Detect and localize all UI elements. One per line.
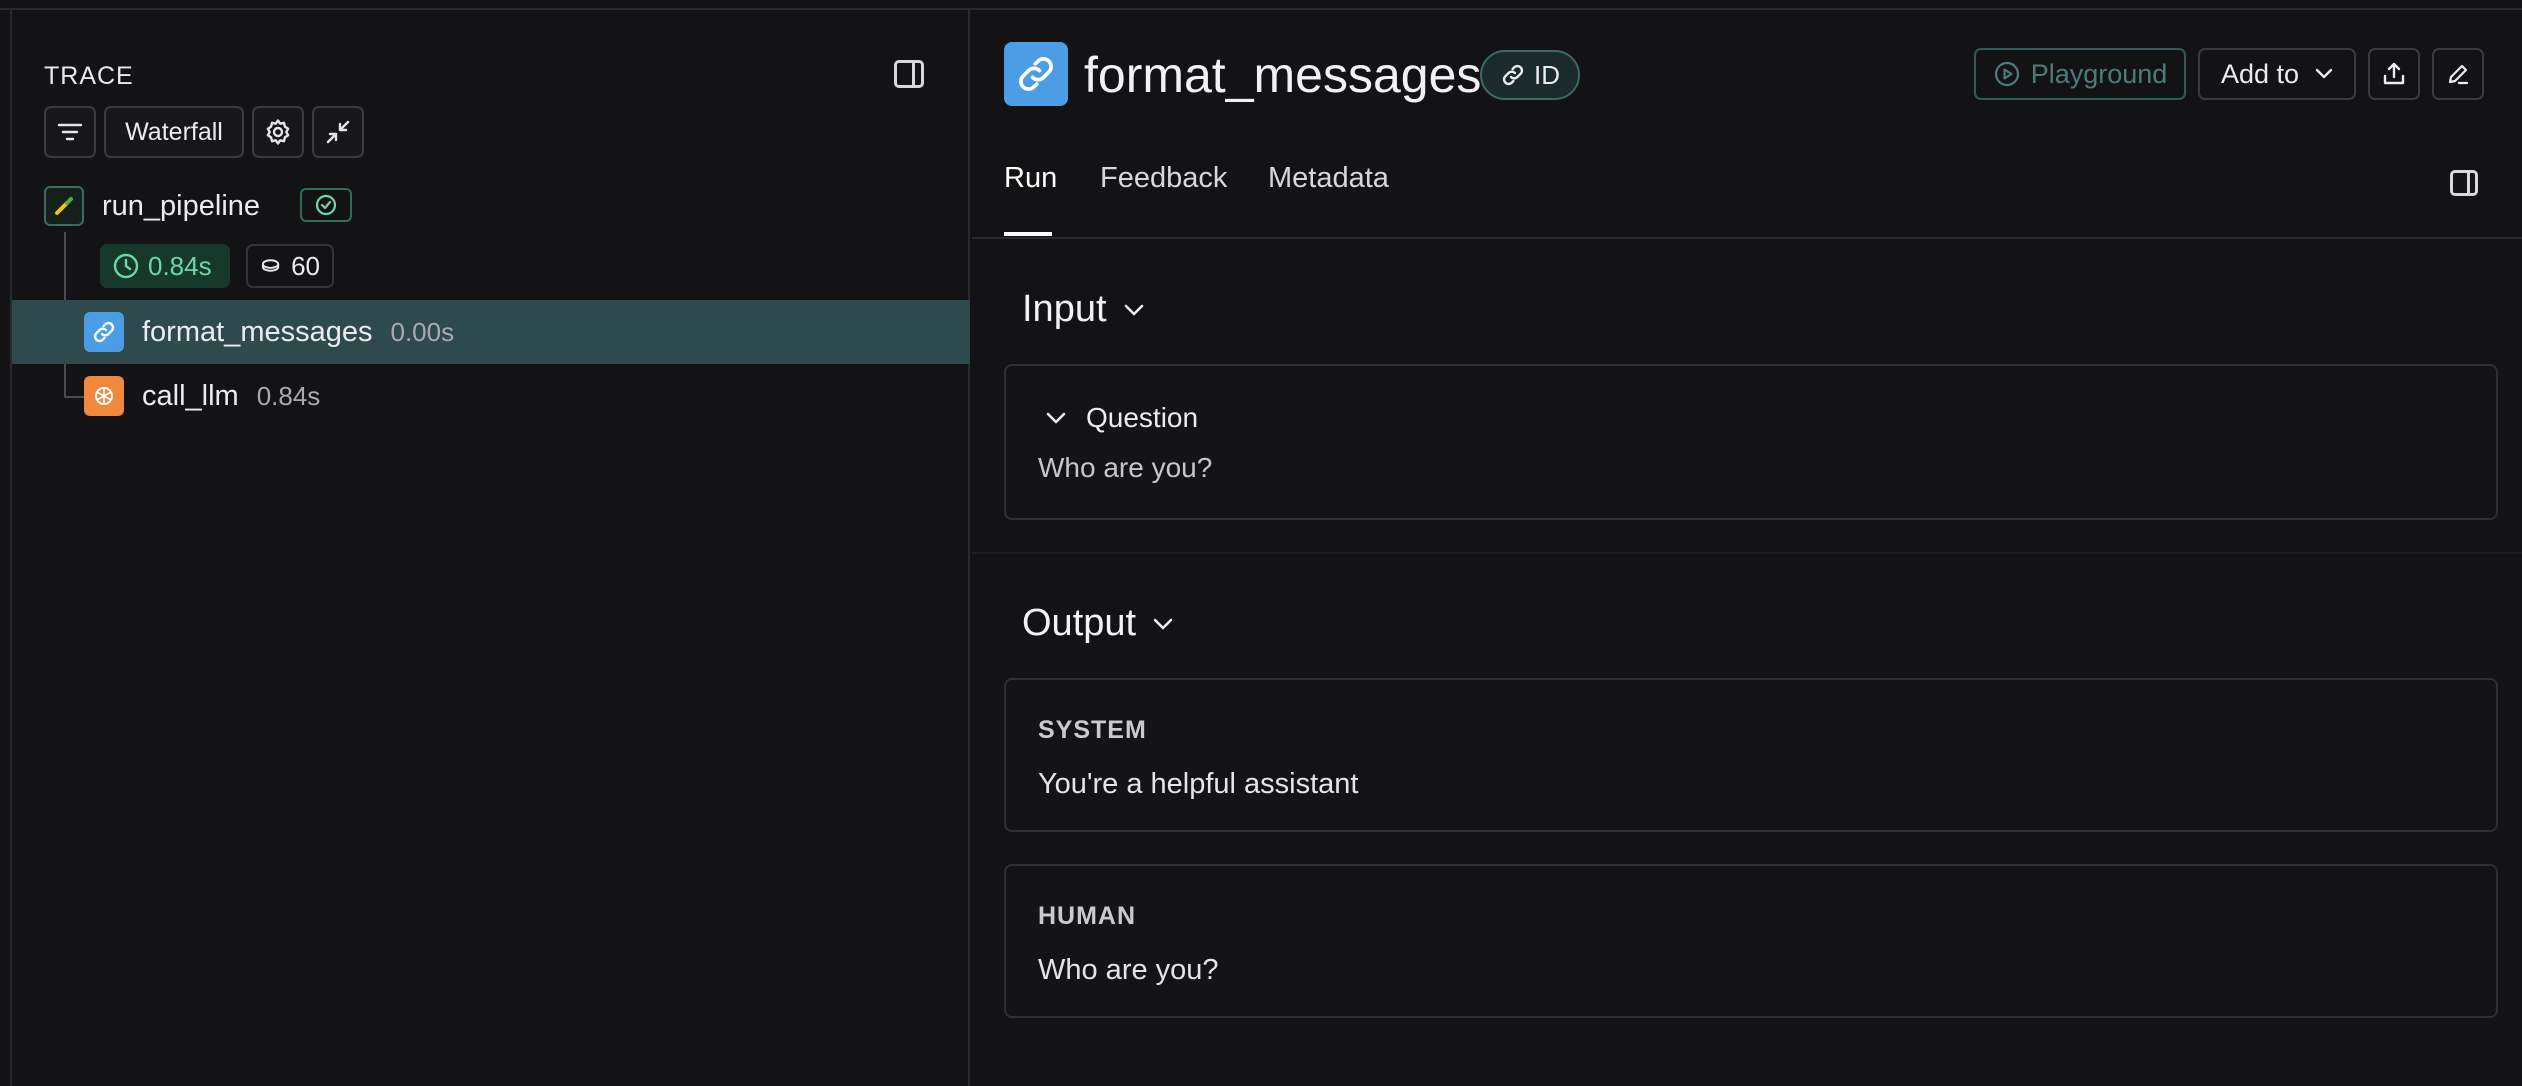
output-section-toggle[interactable]: Output — [1022, 602, 1174, 645]
collapse-button[interactable] — [312, 106, 364, 158]
message-role: SYSTEM — [1038, 716, 1147, 744]
node-name: format_messages — [142, 315, 373, 348]
link-icon — [84, 312, 124, 352]
tab-run[interactable]: Run — [1004, 162, 1057, 195]
playground-label: Playground — [2030, 58, 2168, 89]
filter-button[interactable] — [44, 106, 96, 158]
pencil-icon — [2448, 64, 2469, 85]
message-role: HUMAN — [1038, 902, 1137, 930]
check-circle-icon — [315, 194, 337, 216]
upload-icon — [2383, 62, 2405, 85]
settings-button[interactable] — [252, 106, 304, 158]
tabs-divider — [972, 237, 2522, 239]
message-content: Who are you? — [1038, 954, 1219, 986]
chevron-down-icon — [1124, 304, 1143, 315]
input-section-toggle[interactable]: Input — [1022, 288, 1145, 331]
filter-icon — [57, 123, 83, 141]
node-name: run_pipeline — [102, 189, 261, 222]
tab-feedback[interactable]: Feedback — [1100, 162, 1227, 195]
node-time: 0.00s — [390, 316, 455, 347]
run-title: format_messages — [1084, 47, 1482, 103]
input-card: Question Who are you? — [1004, 364, 2498, 520]
playground-button[interactable]: Playground — [1974, 48, 2186, 100]
latency-value: 0.84s — [148, 250, 212, 281]
tree-node-call-llm[interactable]: call_llm 0.84s — [84, 376, 320, 416]
output-section-title: Output — [1022, 602, 1137, 644]
run-detail-panel: format_messages ID Playground Add to Run… — [972, 10, 2522, 1086]
add-to-label: Add to — [2220, 58, 2300, 89]
question-field-toggle[interactable]: Question — [1046, 402, 1198, 434]
latency-badge: 0.84s — [100, 244, 230, 288]
chevron-down-icon — [1046, 412, 1066, 424]
panel-toggle-icon[interactable] — [894, 60, 924, 88]
pipeline-icon — [44, 186, 84, 226]
question-label: Question — [1086, 402, 1199, 433]
left-rail — [0, 10, 12, 1086]
edit-button[interactable] — [2432, 48, 2484, 100]
chevron-down-icon — [1153, 618, 1173, 629]
tree-node-format-messages[interactable]: format_messages 0.00s — [84, 312, 454, 352]
side-panel-toggle-icon[interactable] — [2450, 170, 2478, 196]
question-value: Who are you? — [1038, 452, 1213, 483]
trace-title: TRACE — [44, 62, 134, 90]
token-value: 60 — [291, 250, 320, 281]
id-label: ID — [1534, 59, 1560, 90]
collapse-icon — [326, 120, 350, 144]
human-message-card: HUMAN Who are you? — [1004, 864, 2498, 1018]
chevron-down-icon — [2315, 68, 2333, 79]
add-to-button[interactable]: Add to — [2198, 48, 2356, 100]
system-message-card: SYSTEM You're a helpful assistant — [1004, 678, 2498, 832]
trace-panel: TRACE Waterfall run_pipeline 0.84s 60 fo… — [12, 10, 970, 1086]
export-button[interactable] — [2368, 48, 2420, 100]
node-time: 0.84s — [256, 380, 321, 411]
copy-id-button[interactable]: ID — [1480, 50, 1580, 100]
llm-icon — [84, 376, 124, 416]
active-tab-indicator — [1004, 232, 1052, 236]
run-type-link-icon — [1004, 42, 1068, 106]
gear-icon — [266, 119, 290, 145]
top-border — [0, 0, 2522, 10]
token-count-badge: 60 — [246, 244, 334, 288]
tree-node-run-pipeline[interactable]: run_pipeline — [44, 186, 260, 226]
success-status-badge — [300, 188, 352, 222]
message-content: You're a helpful assistant — [1038, 768, 1359, 800]
node-name: call_llm — [142, 379, 239, 412]
clock-icon — [113, 253, 139, 279]
tab-metadata[interactable]: Metadata — [1268, 162, 1389, 195]
input-section-title: Input — [1022, 288, 1107, 330]
section-divider — [972, 552, 2522, 554]
play-circle-icon — [1994, 61, 2019, 87]
coins-icon — [261, 259, 280, 272]
link-icon — [1502, 64, 1524, 86]
view-mode-button[interactable]: Waterfall — [104, 106, 244, 158]
